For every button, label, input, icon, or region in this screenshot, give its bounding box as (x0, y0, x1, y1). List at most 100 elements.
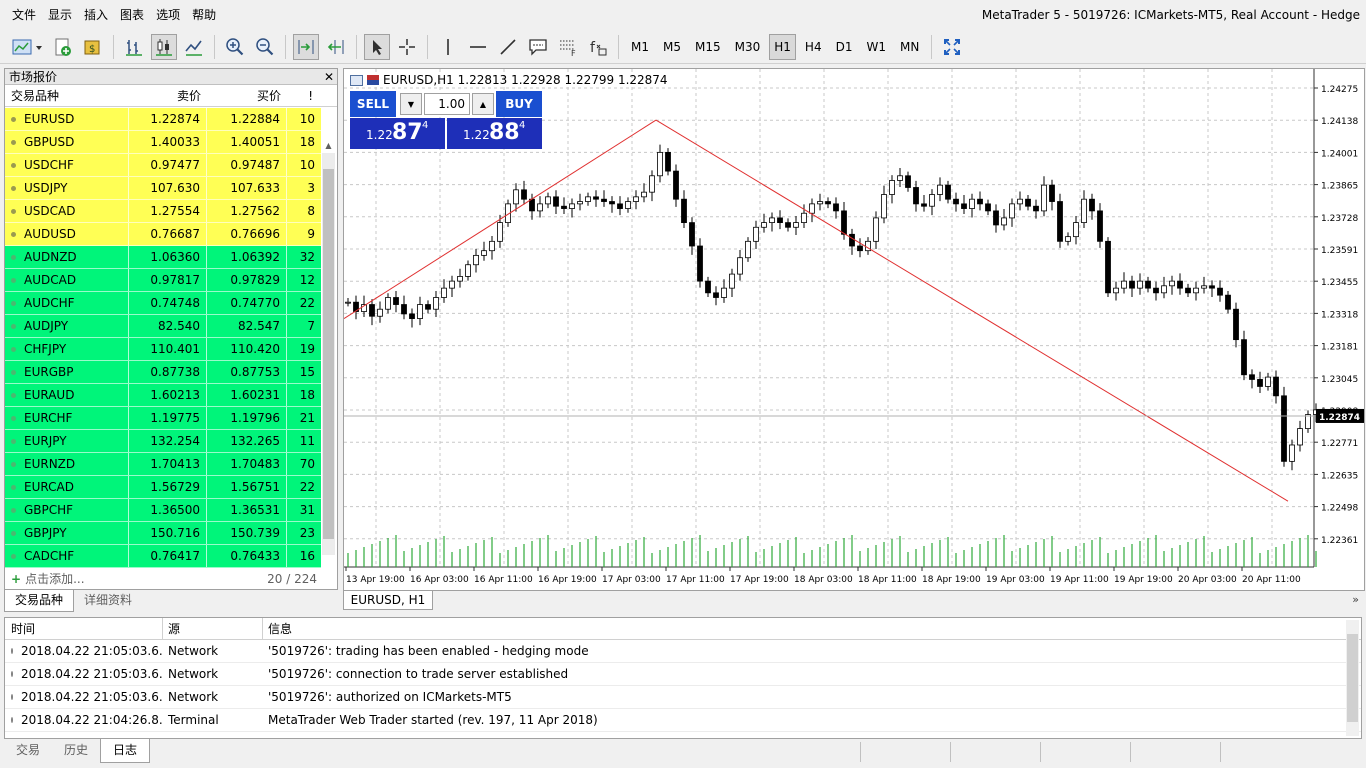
scrollbar-thumb[interactable] (323, 169, 334, 539)
column-header-symbol[interactable]: 交易品种 (5, 85, 129, 106)
timeframe-w1[interactable]: W1 (861, 34, 891, 60)
trendline-icon[interactable] (495, 34, 521, 60)
timeframe-m30[interactable]: M30 (730, 34, 766, 60)
sell-button[interactable]: SELL (350, 91, 396, 117)
chart-window[interactable]: 1.24275 1.24138 1.24001 1.23865 1.23728 1.235… (343, 68, 1365, 591)
column-header-source[interactable]: 源 (163, 618, 263, 639)
fibonacci-icon[interactable]: F (555, 34, 581, 60)
tab-symbols[interactable]: 交易品种 (4, 590, 75, 612)
market-row-audchf[interactable]: AUDCHF 0.74748 0.74770 22 (5, 292, 321, 315)
new-chart-icon[interactable] (10, 34, 46, 60)
bar-chart-icon[interactable] (121, 34, 147, 60)
candle-body (769, 217, 775, 224)
buy-price-button[interactable]: 1.22 88 4 (447, 118, 542, 149)
cursor-icon[interactable] (364, 33, 390, 60)
bid-cell: 0.87738 (129, 361, 207, 383)
journal-row[interactable]: 2018.04.22 21:05:03.6... Network '5019726'… (5, 640, 1361, 663)
timeframe-mn[interactable]: MN (895, 34, 924, 60)
market-row-usdchf[interactable]: USDCHF 0.97477 0.97487 10 (5, 154, 321, 177)
market-row-eurgbp[interactable]: EURGBP 0.87738 0.87753 15 (5, 361, 321, 384)
market-row-eurchf[interactable]: EURCHF 1.19775 1.19796 21 (5, 407, 321, 430)
menu-help[interactable]: 帮助 (186, 0, 222, 30)
depth-of-market-icon[interactable]: $ (80, 34, 106, 60)
candle-body (897, 175, 903, 181)
time-tick-label: 20 Apr 03:00 (1178, 575, 1237, 585)
market-row-gbpchf[interactable]: GBPCHF 1.36500 1.36531 31 (5, 499, 321, 522)
close-icon[interactable]: ✕ (324, 69, 334, 85)
column-header-time[interactable]: 时间 (5, 618, 163, 639)
candle-body (737, 257, 743, 275)
menu-options[interactable]: 选项 (150, 0, 186, 30)
indicators-icon[interactable]: f (585, 34, 611, 60)
market-row-cadchf[interactable]: CADCHF 0.76417 0.76433 16 (5, 545, 321, 568)
chevron-right-icon[interactable]: » (1352, 593, 1359, 606)
market-row-audnzd[interactable]: AUDNZD 1.06360 1.06392 32 (5, 246, 321, 269)
candlestick-chart-icon[interactable] (151, 33, 177, 60)
market-row-eurnzd[interactable]: EURNZD 1.70413 1.70483 70 (5, 453, 321, 476)
column-header-ask[interactable]: 买价 (207, 85, 287, 106)
market-row-chfjpy[interactable]: CHFJPY 110.401 110.420 19 (5, 338, 321, 361)
column-header-spread[interactable]: ! (287, 85, 319, 106)
column-header-message[interactable]: 信息 (263, 618, 1361, 639)
lot-size-input[interactable]: 1.00 (424, 93, 470, 115)
candle-body (697, 245, 703, 282)
journal-scrollbar[interactable] (1346, 620, 1359, 736)
bid-cell: 1.19775 (129, 407, 207, 429)
journal-row[interactable]: 2018.04.22 21:05:03.6... Network '5019726'… (5, 686, 1361, 709)
journal-row[interactable]: 2018.04.22 21:05:03.6... Network '5019726'… (5, 663, 1361, 686)
chart-shift-icon[interactable] (293, 33, 319, 60)
market-row-euraud[interactable]: EURAUD 1.60213 1.60231 18 (5, 384, 321, 407)
market-row-eurjpy[interactable]: EURJPY 132.254 132.265 11 (5, 430, 321, 453)
timeframe-d1[interactable]: D1 (831, 34, 858, 60)
menu-charts[interactable]: 图表 (114, 0, 150, 30)
menu-insert[interactable]: 插入 (78, 0, 114, 30)
market-row-gbpusd[interactable]: GBPUSD 1.40033 1.40051 18 (5, 131, 321, 154)
tab-trade[interactable]: 交易 (4, 739, 52, 763)
status-dot-icon (11, 323, 16, 329)
status-dot-icon (11, 369, 16, 375)
timeframe-m5[interactable]: M5 (658, 34, 686, 60)
market-row-usdjpy[interactable]: USDJPY 107.630 107.633 3 (5, 177, 321, 200)
menu-view[interactable]: 显示 (42, 0, 78, 30)
timeframe-m1[interactable]: M1 (626, 34, 654, 60)
market-row-gbpjpy[interactable]: GBPJPY 150.716 150.739 23 (5, 522, 321, 545)
tab-details[interactable]: 详细资料 (74, 590, 142, 612)
market-row-audusd[interactable]: AUDUSD 0.76687 0.76696 9 (5, 223, 321, 246)
line-chart-icon[interactable] (181, 34, 207, 60)
scrollbar-thumb[interactable] (1347, 634, 1358, 722)
timeframe-h1[interactable]: H1 (769, 33, 796, 60)
horizontal-line-icon[interactable] (465, 34, 491, 60)
market-watch-panel: 市场报价 ✕ 交易品种 卖价 买价 ! EURUSD 1.22874 1.22884… (4, 68, 338, 590)
autoscroll-icon[interactable] (323, 34, 349, 60)
candle-body (825, 201, 831, 205)
timeframe-m15[interactable]: M15 (690, 34, 726, 60)
crosshair-icon[interactable] (394, 34, 420, 60)
zoom-out-icon[interactable] (252, 34, 278, 60)
market-row-eurcad[interactable]: EURCAD 1.56729 1.56751 22 (5, 476, 321, 499)
new-order-icon[interactable] (50, 34, 76, 60)
chevron-down-icon: ▼ (407, 99, 415, 109)
zoom-in-icon[interactable] (222, 34, 248, 60)
text-label-icon[interactable] (525, 34, 551, 60)
scroll-up-arrow-icon[interactable]: ▲ (322, 141, 335, 153)
tab-journal[interactable]: 日志 (100, 739, 151, 763)
market-row-eurusd[interactable]: EURUSD 1.22874 1.22884 10 (5, 108, 321, 131)
journal-row[interactable]: 2018.04.22 21:04:26.8... Terminal MetaTrad… (5, 709, 1361, 732)
chart-tab-eurusd[interactable]: EURUSD, H1 (343, 591, 433, 610)
sell-price-button[interactable]: 1.22 87 4 (350, 118, 445, 149)
column-header-bid[interactable]: 卖价 (129, 85, 207, 106)
market-row-audcad[interactable]: AUDCAD 0.97817 0.97829 12 (5, 269, 321, 292)
lot-increase-button[interactable]: ▲ (472, 93, 494, 115)
vertical-line-icon[interactable] (435, 34, 461, 60)
tab-history[interactable]: 历史 (52, 739, 100, 763)
timeframe-h4[interactable]: H4 (800, 34, 827, 60)
market-row-audjpy[interactable]: AUDJPY 82.540 82.547 7 (5, 315, 321, 338)
market-row-usdcad[interactable]: USDCAD 1.27554 1.27562 8 (5, 200, 321, 223)
market-watch-scrollbar[interactable] (322, 153, 335, 555)
add-symbol-link[interactable]: + 点击添加... (11, 569, 85, 589)
bid-cell: 0.74748 (129, 292, 207, 314)
buy-button[interactable]: BUY (496, 91, 542, 117)
menu-file[interactable]: 文件 (6, 0, 42, 30)
lot-decrease-button[interactable]: ▼ (400, 93, 422, 115)
fullscreen-icon[interactable] (939, 34, 965, 60)
